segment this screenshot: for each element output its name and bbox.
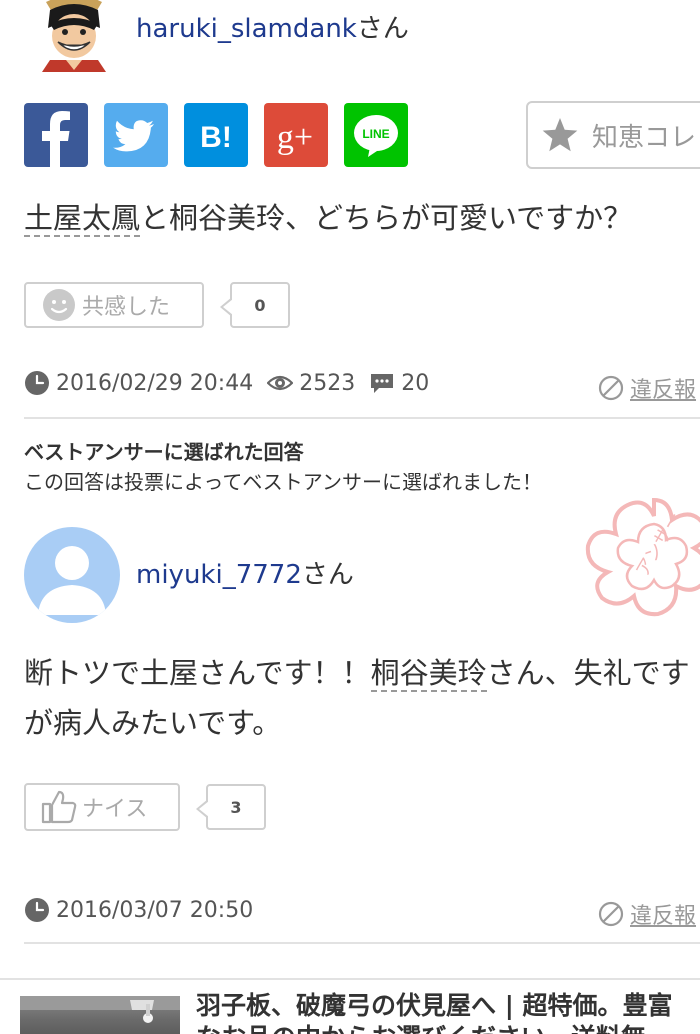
share-twitter-button[interactable] xyxy=(104,103,168,167)
smile-face-icon xyxy=(43,289,75,321)
chiebukuro-collection-label: 知恵コレ xyxy=(592,122,697,153)
nice-button[interactable]: ナイス xyxy=(24,783,180,831)
line-icon: LINE xyxy=(354,115,398,157)
ad-text-line2: なお品の中からお選びください。送料無 xyxy=(196,1022,700,1034)
ad-text-line1: 羽子板、破魔弓の伏見屋へ | 超特価。豊富 xyxy=(196,991,673,1020)
default-user-icon xyxy=(38,546,106,615)
hatena-label: B! xyxy=(200,121,232,154)
share-google-plus-button[interactable]: g+ xyxy=(264,103,328,167)
empathy-button[interactable]: 共感した xyxy=(24,282,204,328)
question-report-link[interactable]: 違反報 xyxy=(598,372,696,404)
answerer-name-suffix: さん xyxy=(301,560,354,590)
asker-name-suffix: さん xyxy=(356,14,409,44)
question-text-rest: と桐谷美玲、どちらが可愛いですか？ xyxy=(140,201,633,235)
answer-report-label: 違反報 xyxy=(630,904,697,929)
chiebukuro-collection-button[interactable]: 知恵コレ xyxy=(526,101,700,169)
prohibited-icon xyxy=(598,901,624,927)
facebook-icon xyxy=(42,111,70,167)
question-report-label: 違反報 xyxy=(630,378,697,403)
question-answer-count: 20 xyxy=(401,370,430,396)
answerer-avatar[interactable] xyxy=(24,527,120,623)
thumbs-up-icon xyxy=(41,790,77,824)
ad-text[interactable]: 羽子板、破魔弓の伏見屋へ | 超特価。豊富 なお品の中からお選びください。送料無 xyxy=(196,990,700,1034)
answer-report-link[interactable]: 違反報 xyxy=(598,898,696,930)
hatena-bookmark-icon: B! xyxy=(200,121,232,154)
question-text: 土屋太鳳と桐谷美玲、どちらが可愛いですか？ xyxy=(24,196,632,240)
empathy-count: 0 xyxy=(220,282,290,328)
clock-icon xyxy=(25,898,49,922)
ad-thumbnail[interactable] xyxy=(20,996,180,1034)
ad-banner[interactable]: 羽子板、破魔弓の伏見屋へ | 超特価。豊富 なお品の中からお選びください。送料無 xyxy=(0,978,700,1034)
question-view-count: 2523 xyxy=(299,370,356,396)
best-answer-title: ベストアンサーに選ばれた回答 xyxy=(24,440,304,464)
asker-avatar[interactable] xyxy=(36,0,112,72)
share-hatena-button[interactable]: B! xyxy=(184,103,248,167)
twitter-icon xyxy=(113,120,154,152)
answer-datetime: 2016/03/07 20:50 xyxy=(56,897,254,923)
answerer-name-link[interactable]: miyuki_7772 xyxy=(136,560,302,590)
answer-keyword-link[interactable]: 桐谷美玲 xyxy=(370,656,487,692)
ad-photo xyxy=(20,996,180,1023)
best-answer-stamp: アンサー xyxy=(585,497,700,617)
google-plus-icon: g+ xyxy=(277,119,313,156)
nice-count: 3 xyxy=(196,784,266,830)
comment-icon xyxy=(371,374,394,393)
share-facebook-button[interactable] xyxy=(24,103,88,167)
line-label: LINE xyxy=(362,127,389,141)
empathy-label: 共感した xyxy=(82,295,171,320)
question-datetime: 2016/02/29 20:44 xyxy=(56,370,254,396)
divider xyxy=(24,417,700,419)
answer-text-part1: 断トツで土屋さんです！！ xyxy=(24,656,371,690)
star-icon xyxy=(542,118,578,152)
answer-meta: 2016/03/07 20:50 xyxy=(24,897,253,923)
divider xyxy=(24,942,700,944)
question-keyword-link[interactable]: 土屋太鳳 xyxy=(24,201,141,237)
page: haruki_slamdankさん B! g+ LINE 知恵コレ 土屋太鳳と桐… xyxy=(0,0,700,1034)
answerer-name: miyuki_7772さん xyxy=(136,558,354,592)
google-plus-label: g+ xyxy=(277,119,313,156)
prohibited-icon xyxy=(598,375,624,401)
nice-label: ナイス xyxy=(82,797,148,822)
share-line-button[interactable]: LINE xyxy=(344,103,408,167)
clock-icon xyxy=(25,371,49,395)
question-meta: 2016/02/29 20:44 2523 20 xyxy=(24,370,429,396)
best-answer-subtitle: この回答は投票によってベストアンサーに選ばれました！ xyxy=(24,470,542,494)
eye-icon xyxy=(267,375,294,391)
answer-text: 断トツで土屋さんです！！桐谷美玲さん、失礼ですが病人みたいです。 xyxy=(24,648,700,748)
asker-name-link[interactable]: haruki_slamdank xyxy=(136,14,357,44)
asker-name: haruki_slamdankさん xyxy=(136,12,409,46)
